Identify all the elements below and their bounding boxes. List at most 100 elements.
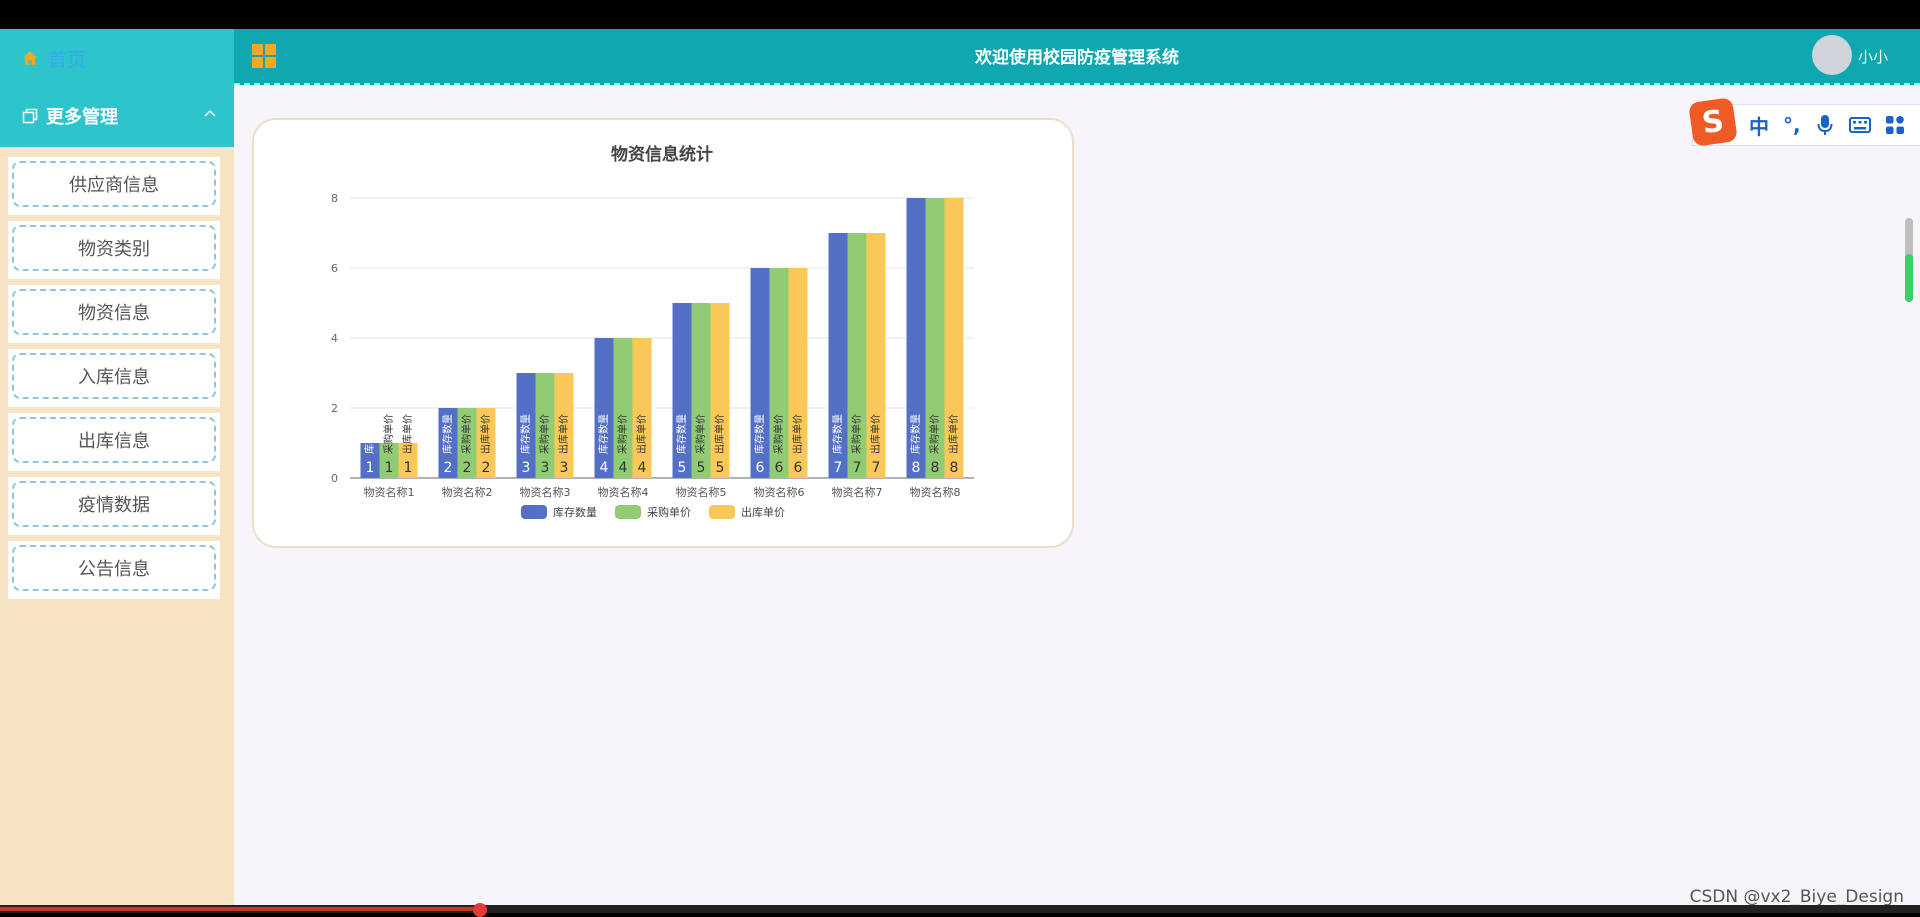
sidebar-item-announcement[interactable]: 公告信息 bbox=[8, 541, 220, 599]
x-tick-label: 物资名称7 bbox=[832, 485, 883, 499]
home-icon bbox=[23, 51, 37, 65]
username[interactable]: 小小 bbox=[1858, 46, 1888, 67]
bar-series-label: 采购单价 bbox=[538, 414, 551, 454]
keyboard-icon[interactable] bbox=[1848, 116, 1871, 134]
sidebar-menu: 供应商信息 物资类别 物资信息 入库信息 出库信息 疫情数据 公告信息 bbox=[8, 157, 220, 605]
bar-value-label: 1 bbox=[385, 460, 394, 476]
bar-value-label: 8 bbox=[950, 460, 959, 476]
bar-value-label: 4 bbox=[638, 460, 647, 476]
bar-series-label: 出库单价 bbox=[557, 414, 570, 454]
microphone-icon[interactable] bbox=[1817, 114, 1833, 136]
bar-value-label: 4 bbox=[619, 460, 628, 476]
bar-series-label: 出库单价 bbox=[713, 414, 726, 454]
x-tick-label: 物资名称2 bbox=[442, 485, 493, 499]
bar-series-label: 采购单价 bbox=[850, 414, 863, 454]
bar-series-label: 采购单价 bbox=[928, 414, 941, 454]
chevron-up-icon bbox=[204, 109, 216, 117]
bar-series-label: 出库单价 bbox=[869, 414, 882, 454]
sidebar-home-link[interactable]: 首页 bbox=[22, 43, 86, 73]
bar-value-label: 7 bbox=[872, 460, 881, 476]
y-tick-label: 4 bbox=[331, 332, 338, 345]
bar-value-label: 2 bbox=[444, 460, 453, 476]
bar bbox=[594, 338, 614, 478]
ime-toolbar: S 中 °, bbox=[1688, 97, 1920, 147]
app-screen: 首页 更多管理 供应商信息 物资类别 物资信息 入库信息 出库信息 疫情数据 公… bbox=[0, 29, 1920, 905]
ime-logo[interactable]: S bbox=[1688, 97, 1738, 147]
bar bbox=[632, 338, 652, 478]
bar-series-label: 库存数量 bbox=[363, 414, 376, 454]
bar-series-label: 库存数量 bbox=[831, 414, 844, 454]
bar-value-label: 7 bbox=[834, 460, 843, 476]
bar-value-label: 4 bbox=[600, 460, 609, 476]
bar-series-label: 采购单价 bbox=[382, 414, 395, 454]
copy-icon bbox=[22, 108, 38, 124]
bar-value-label: 6 bbox=[794, 460, 803, 476]
bar-value-label: 5 bbox=[716, 460, 725, 476]
bar-value-label: 3 bbox=[541, 460, 550, 476]
sidebar-item-material-category[interactable]: 物资类别 bbox=[8, 221, 220, 279]
watermark: CSDN @vx2_Biye_Design bbox=[1689, 887, 1904, 905]
bar-series-label: 采购单价 bbox=[772, 414, 785, 454]
sidebar-item-supplier[interactable]: 供应商信息 bbox=[8, 157, 220, 215]
bar-series-label: 库存数量 bbox=[753, 414, 766, 454]
bar-series-label: 出库单价 bbox=[401, 414, 414, 454]
bar-series-label: 出库单价 bbox=[791, 414, 804, 454]
home-label: 首页 bbox=[48, 48, 87, 71]
ime-punctuation-toggle[interactable]: °, bbox=[1783, 113, 1801, 137]
x-tick-label: 物资名称3 bbox=[520, 485, 571, 499]
chart-title: 物资信息统计 bbox=[611, 144, 713, 165]
section-label: 更多管理 bbox=[46, 107, 118, 128]
bar-series-label: 库存数量 bbox=[519, 414, 532, 454]
x-tick-label: 物资名称1 bbox=[364, 485, 415, 499]
bar-series-label: 出库单价 bbox=[635, 414, 648, 454]
x-tick-label: 物资名称8 bbox=[910, 485, 961, 499]
sidebar-item-material-info[interactable]: 物资信息 bbox=[8, 285, 220, 343]
y-tick-label: 6 bbox=[331, 262, 338, 275]
bar-series-label: 库存数量 bbox=[597, 414, 610, 454]
sidebar-item-epidemic-data[interactable]: 疫情数据 bbox=[8, 477, 220, 535]
top-header: 欢迎使用校园防疫管理系统 小小 bbox=[234, 29, 1920, 85]
side-scroll-indicator[interactable] bbox=[1905, 218, 1913, 302]
bar-series-label: 采购单价 bbox=[694, 414, 707, 454]
legend-swatch bbox=[709, 505, 735, 519]
bar-value-label: 1 bbox=[366, 460, 375, 476]
legend-swatch bbox=[521, 505, 547, 519]
page-title: 欢迎使用校园防疫管理系统 bbox=[975, 48, 1179, 68]
sidebar-item-stock-out[interactable]: 出库信息 bbox=[8, 413, 220, 471]
sidebar-header: 首页 更多管理 bbox=[0, 29, 234, 147]
bar-value-label: 7 bbox=[853, 460, 862, 476]
ime-language-toggle[interactable]: 中 bbox=[1749, 111, 1769, 140]
bar-value-label: 8 bbox=[931, 460, 940, 476]
bar-value-label: 5 bbox=[678, 460, 687, 476]
avatar[interactable] bbox=[1812, 35, 1852, 75]
bar bbox=[613, 338, 633, 478]
bar-series-label: 库存数量 bbox=[675, 414, 688, 454]
sidebar: 首页 更多管理 供应商信息 物资类别 物资信息 入库信息 出库信息 疫情数据 公… bbox=[0, 29, 234, 905]
video-progress-bar[interactable] bbox=[0, 903, 1920, 917]
bar-value-label: 5 bbox=[697, 460, 706, 476]
chart-card: 物资信息统计 0 2 4 6 8 1 库存数量 1 采购单价 1 出库单价 物资名称1 2 库存数量 2 采购单… bbox=[252, 118, 1074, 548]
legend-swatch bbox=[615, 505, 641, 519]
sidebar-section-toggle[interactable]: 更多管理 bbox=[22, 101, 218, 131]
legend-label: 出库单价 bbox=[741, 505, 785, 519]
bar-series-label: 采购单价 bbox=[616, 414, 629, 454]
bar-value-label: 2 bbox=[463, 460, 472, 476]
bar-value-label: 3 bbox=[522, 460, 531, 476]
progress-knob[interactable] bbox=[473, 903, 487, 917]
bar-series-label: 采购单价 bbox=[460, 414, 473, 454]
bar-series-label: 出库单价 bbox=[479, 414, 492, 454]
x-tick-label: 物资名称6 bbox=[754, 485, 805, 499]
y-tick-label: 0 bbox=[331, 472, 338, 485]
sidebar-item-stock-in[interactable]: 入库信息 bbox=[8, 349, 220, 407]
bar-series-label: 库存数量 bbox=[909, 414, 922, 454]
bar-value-label: 6 bbox=[775, 460, 784, 476]
bar-value-label: 6 bbox=[756, 460, 765, 476]
bar-series-label: 出库单价 bbox=[947, 414, 960, 454]
bar-series-label: 库存数量 bbox=[441, 414, 454, 454]
x-tick-label: 物资名称4 bbox=[598, 485, 649, 499]
legend-label: 库存数量 bbox=[553, 505, 597, 519]
legend-label: 采购单价 bbox=[647, 505, 691, 519]
bar-value-label: 3 bbox=[560, 460, 569, 476]
y-tick-label: 8 bbox=[331, 192, 338, 205]
apps-grid-icon[interactable] bbox=[1885, 115, 1905, 135]
